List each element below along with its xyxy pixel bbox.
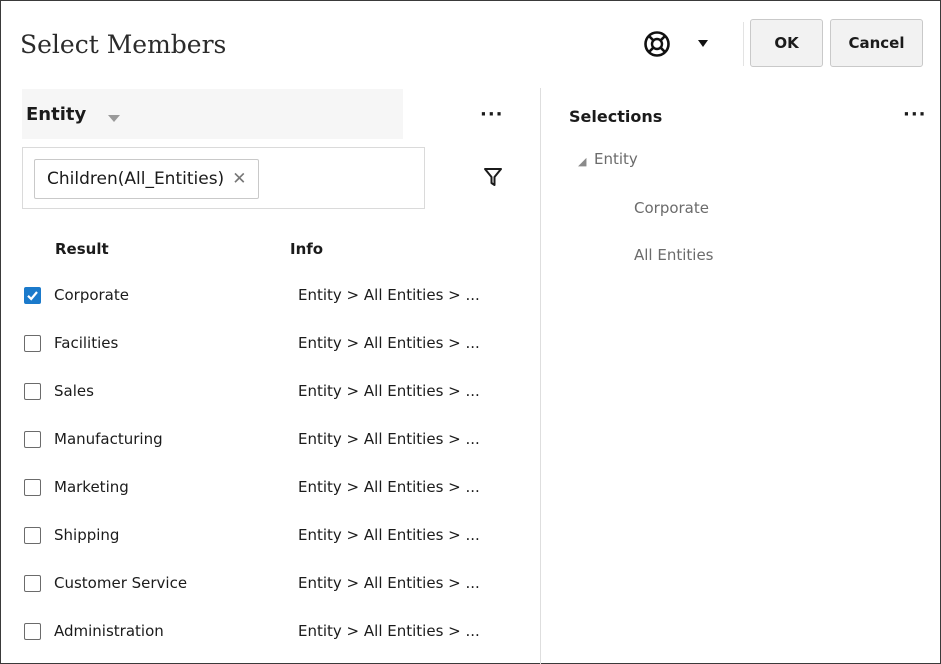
member-label: Administration bbox=[54, 622, 164, 640]
member-info: Entity > All Entities > ... bbox=[298, 478, 480, 496]
cancel-button[interactable]: Cancel bbox=[830, 19, 923, 67]
toolbar-divider bbox=[743, 22, 744, 66]
member-row[interactable]: Corporate Entity > All Entities > ... bbox=[22, 272, 512, 320]
member-info: Entity > All Entities > ... bbox=[298, 574, 480, 592]
member-row[interactable]: Manufacturing Entity > All Entities > ..… bbox=[22, 416, 512, 464]
member-label: Customer Service bbox=[54, 574, 188, 592]
member-info: Entity > All Entities > ... bbox=[298, 286, 480, 304]
checkbox-icon[interactable] bbox=[24, 335, 41, 352]
search-chip-label: Children(All_Entities) bbox=[47, 169, 225, 189]
checkbox-icon[interactable] bbox=[24, 431, 41, 448]
member-info: Entity > All Entities > ... bbox=[298, 526, 480, 544]
member-info: Entity > All Entities > ... bbox=[298, 622, 480, 640]
expand-triangle-icon[interactable]: ◢ bbox=[578, 155, 586, 168]
dialog-title: Select Members bbox=[20, 30, 227, 59]
caret-down-icon[interactable] bbox=[698, 40, 708, 47]
help-lifebuoy-icon bbox=[644, 31, 670, 57]
member-label: Sales bbox=[54, 382, 94, 400]
member-label: Corporate bbox=[54, 286, 129, 304]
column-header-info: Info bbox=[290, 240, 324, 258]
help-button[interactable] bbox=[643, 29, 677, 59]
search-chip[interactable]: Children(All_Entities) ✕ bbox=[34, 159, 260, 199]
checkbox-icon[interactable] bbox=[24, 479, 41, 496]
panel-divider bbox=[540, 88, 541, 664]
member-info: Entity > All Entities > ... bbox=[298, 334, 480, 352]
dimension-label[interactable]: Entity bbox=[26, 104, 86, 125]
selections-title: Selections bbox=[569, 107, 663, 126]
member-label: Manufacturing bbox=[54, 430, 163, 448]
close-icon[interactable]: ✕ bbox=[232, 169, 246, 189]
member-row[interactable]: Shipping Entity > All Entities > ... bbox=[22, 512, 512, 560]
checkbox-icon[interactable] bbox=[24, 383, 41, 400]
member-label: Shipping bbox=[54, 526, 120, 544]
column-header-result: Result bbox=[55, 240, 109, 258]
tree-node-root[interactable]: Entity bbox=[594, 150, 638, 168]
member-label: Facilities bbox=[54, 334, 119, 352]
member-info: Entity > All Entities > ... bbox=[298, 430, 480, 448]
filter-icon[interactable] bbox=[483, 166, 503, 188]
ok-button[interactable]: OK bbox=[750, 19, 823, 67]
tree-node-child[interactable]: All Entities bbox=[634, 246, 714, 264]
checkbox-icon[interactable] bbox=[24, 575, 41, 592]
tree-node-child[interactable]: Corporate bbox=[634, 199, 709, 217]
checkbox-icon[interactable] bbox=[24, 287, 41, 304]
member-row[interactable]: Customer Service Entity > All Entities >… bbox=[22, 560, 512, 608]
member-row[interactable]: Facilities Entity > All Entities > ... bbox=[22, 320, 512, 368]
member-info: Entity > All Entities > ... bbox=[298, 382, 480, 400]
member-row[interactable]: Administration Entity > All Entities > .… bbox=[22, 608, 512, 656]
more-options-icon[interactable]: ··· bbox=[480, 104, 504, 125]
member-row[interactable]: Sales Entity > All Entities > ... bbox=[22, 368, 512, 416]
chevron-down-icon[interactable] bbox=[108, 115, 120, 122]
checkbox-icon[interactable] bbox=[24, 623, 41, 640]
member-row[interactable]: Marketing Entity > All Entities > ... bbox=[22, 464, 512, 512]
member-label: Marketing bbox=[54, 478, 129, 496]
checkbox-icon[interactable] bbox=[24, 527, 41, 544]
more-options-icon[interactable]: ··· bbox=[903, 104, 927, 125]
